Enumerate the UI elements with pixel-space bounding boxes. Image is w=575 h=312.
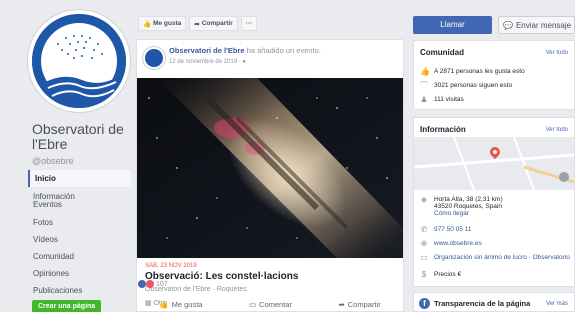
observatory-logo-icon	[32, 14, 126, 108]
create-page-button[interactable]: Crear una página	[32, 300, 102, 312]
event-post: Observatori de l'Ebre ha añadido un even…	[136, 39, 404, 312]
post-share-button[interactable]: ➦ Compartir	[338, 300, 380, 309]
community-see-all-link[interactable]: Ver todo	[546, 50, 568, 56]
community-likes-row: 👍 A 2871 personas les gusta esto	[420, 68, 525, 76]
more-options-button[interactable]: ···	[240, 16, 258, 31]
milky-way-image	[137, 78, 403, 258]
nav-item-videos[interactable]: Vídeos	[28, 230, 131, 247]
event-title[interactable]: Observació: Les constel·lacions	[145, 271, 298, 282]
post-action-text: ha añadido un evento.	[244, 46, 321, 55]
facebook-icon: f	[419, 298, 430, 309]
thumbs-up-icon: 👍	[143, 20, 152, 28]
nav-item-inicio[interactable]: Inicio	[28, 170, 131, 187]
transparency-card: f Transparencia de la página Ver más	[413, 292, 575, 312]
reaction-count: 107	[156, 280, 168, 288]
share-arrow-icon: ➦	[338, 299, 345, 309]
page-title: Observatori de l'Ebre	[32, 122, 124, 152]
globe-icon: ●	[242, 59, 247, 65]
page-like-button[interactable]: 👍 Me gusta	[138, 16, 187, 31]
community-visits-text: 111 visitas	[434, 96, 464, 103]
milky-way-photo[interactable]	[137, 78, 403, 258]
post-like-label: Me gusta	[171, 299, 203, 309]
location-icon: ◈	[420, 195, 428, 204]
reaction-summary[interactable]: 107	[138, 280, 168, 288]
post-comment-button[interactable]: ▭ Comentar	[249, 300, 292, 309]
phone-link[interactable]: 977 50 05 11	[434, 226, 471, 233]
post-like-button[interactable]: 👍 Me gusta	[159, 300, 202, 309]
page-handle[interactable]: @obsebre	[32, 156, 74, 166]
nav-item-publicaciones[interactable]: Publicaciones	[28, 281, 131, 298]
price-icon: $	[421, 270, 427, 279]
call-button[interactable]: Llamar	[413, 16, 492, 34]
transparency-see-more-link[interactable]: Ver más	[546, 301, 568, 307]
event-date: SAB, 23 NOV 2019	[145, 263, 197, 269]
page-avatar[interactable]	[28, 10, 130, 112]
category-icon: ▭	[420, 253, 428, 262]
thumbs-up-outline-icon: 👍	[159, 299, 169, 309]
website-row: ⊕ www.obsebre.es	[420, 240, 482, 248]
website-link[interactable]: www.obsebre.es	[434, 240, 482, 247]
community-card: Comunidad Ver todo 👍 A 2871 personas les…	[413, 40, 575, 110]
address-block: Horta Alta, 38 (2,31 km) 43520 Roquetes,…	[434, 196, 503, 217]
category-link[interactable]: Organización sin ánimo de lucro · Observ…	[434, 254, 570, 261]
phone-icon: ✆	[420, 225, 428, 234]
address-row: ◈ Horta Alta, 38 (2,31 km) 43520 Roquete…	[420, 195, 503, 218]
nav-item-fotos[interactable]: Fotos	[28, 213, 131, 230]
love-reaction-icon	[146, 280, 154, 288]
rss-icon: ⌒	[420, 81, 428, 90]
community-visits-row: ♟ 111 visitas	[420, 95, 464, 104]
page-like-label: Me gusta	[153, 20, 182, 27]
information-card: Información Ver todo ◈ Horta Alta, 38 (2…	[413, 117, 575, 287]
person-pin-icon: ♟	[420, 95, 428, 104]
address-line1: Horta Alta, 38 (2,31 km)	[434, 196, 503, 203]
post-action-bar: 👍 Me gusta ▭ Comentar ➦ Compartir	[136, 296, 404, 312]
price-row: $ Precios €	[420, 271, 461, 279]
community-follows-row: ⌒ 3021 personas siguen esto	[420, 82, 512, 90]
messenger-icon: 💬	[503, 20, 513, 30]
address-line2: 43520 Roquetes, Spain	[434, 203, 502, 210]
page-share-button[interactable]: ➦ Compartir	[189, 16, 238, 31]
page-title-line2: l'Ebre	[32, 136, 68, 152]
post-date[interactable]: 12 de noviembre de 2019 · ●	[169, 59, 246, 65]
location-map[interactable]	[414, 137, 574, 190]
send-message-label: Enviar mensaje	[515, 20, 572, 30]
page-action-bar: 👍 Me gusta ➦ Compartir ···	[138, 16, 403, 32]
nav-item-informacion[interactable]: Información	[28, 187, 131, 201]
send-message-button[interactable]: 💬 Enviar mensaje	[498, 16, 575, 34]
transparency-title: Transparencia de la página	[434, 299, 531, 308]
post-date-text: 12 de noviembre de 2019 ·	[169, 59, 243, 65]
directions-link[interactable]: Cómo llegar	[434, 210, 503, 217]
post-share-label: Compartir	[347, 299, 381, 309]
like-reaction-icon	[138, 280, 146, 288]
page-nav: Inicio Información Eventos Fotos Vídeos …	[28, 170, 131, 298]
page-title-line1: Observatori de	[32, 121, 124, 137]
community-likes-text: A 2871 personas les gusta esto	[434, 68, 525, 75]
information-see-all-link[interactable]: Ver todo	[546, 127, 568, 133]
nav-item-comunidad[interactable]: Comunidad	[28, 247, 131, 264]
post-author-link[interactable]: Observatori de l'Ebre	[169, 46, 245, 55]
category-row: ▭ Organización sin ánimo de lucro · Obse…	[420, 254, 570, 262]
page-share-label: Compartir	[201, 20, 233, 27]
price-text: Precios €	[434, 271, 462, 278]
phone-row: ✆ 977 50 05 11	[420, 225, 472, 234]
globe-icon: ⊕	[420, 239, 428, 248]
information-title: Información	[420, 125, 466, 134]
share-arrow-icon: ➦	[194, 20, 200, 28]
post-author-avatar[interactable]	[143, 47, 165, 69]
post-comment-label: Comentar	[259, 299, 292, 309]
facebook-page: Observatori de l'Ebre @obsebre Inicio In…	[0, 0, 575, 312]
map-roads	[414, 137, 574, 190]
comment-bubble-icon: ▭	[248, 299, 257, 309]
post-header: Observatori de l'Ebre ha añadido un even…	[169, 46, 321, 55]
nav-item-eventos[interactable]: Eventos	[28, 197, 131, 213]
nav-item-opiniones[interactable]: Opiniones	[28, 264, 131, 281]
community-follows-text: 3021 personas siguen esto	[434, 82, 513, 89]
thumbs-up-icon: 👍	[420, 67, 430, 76]
community-title: Comunidad	[420, 48, 464, 57]
